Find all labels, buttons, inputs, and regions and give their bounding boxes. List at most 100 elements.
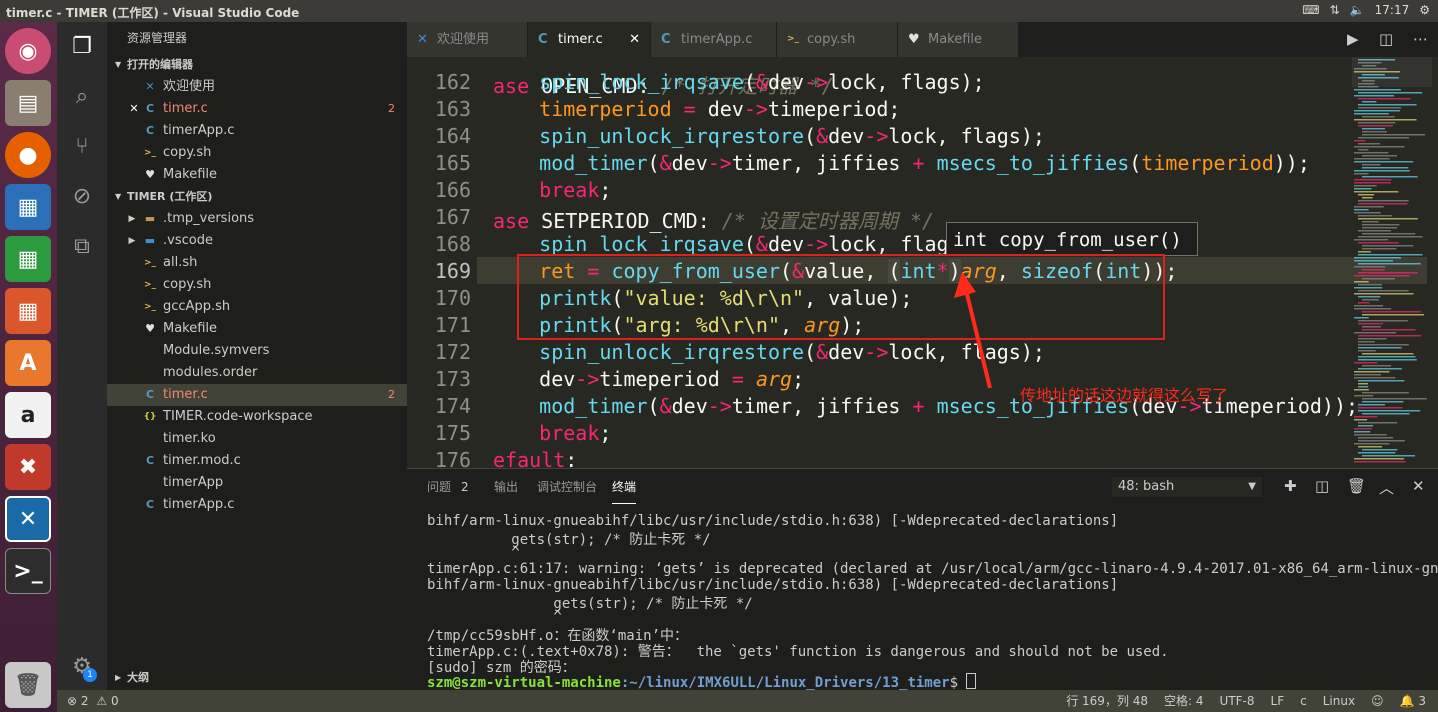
indentation[interactable]: 空格: 4: [1164, 690, 1204, 712]
open-editors-section[interactable]: ▼ 打开的编辑器: [107, 54, 407, 76]
more-icon[interactable]: ⋯: [1413, 22, 1428, 57]
close-icon[interactable]: ✕: [127, 98, 141, 120]
open-editor-item[interactable]: >_ copy.sh: [107, 142, 407, 164]
workspace-file-item[interactable]: >_ gccApp.sh: [107, 296, 407, 318]
terminal-select[interactable]: 48: bash ▼: [1112, 477, 1262, 497]
ubuntu-dash-icon[interactable]: ◉: [5, 28, 51, 74]
code-line-173: dev->timeperiod = arg;: [491, 367, 805, 391]
outline-section[interactable]: ▶ 大纲: [107, 667, 407, 689]
workspace-file-item[interactable]: ♥ Makefile: [107, 318, 407, 340]
file-label: timerApp: [163, 475, 224, 490]
tab-timerapp-c[interactable]: CtimerApp.c: [651, 22, 777, 57]
workspace-file-item[interactable]: Ctimer.c 2: [107, 384, 407, 406]
trash-icon[interactable]: 🗑: [5, 662, 51, 708]
tab-timer-c[interactable]: Ctimer.c ✕: [528, 22, 651, 57]
calc-icon[interactable]: ▦: [5, 236, 51, 282]
tab-terminal[interactable]: 终端: [612, 469, 637, 504]
search-icon[interactable]: ⌕: [69, 84, 95, 110]
explorer-icon[interactable]: ❐: [69, 34, 95, 60]
c-icon: C: [145, 124, 155, 137]
workspace-file-item[interactable]: ▶ ▬ .vscode: [107, 230, 407, 252]
makefile-icon: ♥: [908, 32, 920, 47]
workspace-file-item[interactable]: >_ all.sh: [107, 252, 407, 274]
tab-output[interactable]: 输出: [494, 469, 518, 505]
workspace-file-item[interactable]: Module.symvers: [107, 340, 407, 362]
code-line-167: ase SETPERIOD_CMD: /* 设置定时器周期 */: [493, 209, 935, 233]
extensions-icon[interactable]: ⧉: [69, 234, 95, 260]
keyboard-icon[interactable]: ⌨: [1302, 3, 1319, 17]
open-editor-item[interactable]: ✕ 欢迎使用: [107, 76, 407, 98]
file-label: .vscode: [163, 233, 213, 248]
file-label: copy.sh: [163, 277, 212, 292]
explorer-header: 资源管理器: [127, 31, 188, 45]
workspace-file-item[interactable]: CtimerApp.c: [107, 494, 407, 516]
split-editor-icon[interactable]: ◫: [1379, 22, 1393, 57]
files-icon[interactable]: ▤: [5, 80, 51, 126]
software-center-icon[interactable]: A: [5, 340, 51, 386]
network-icon[interactable]: ⇅: [1330, 3, 1340, 17]
source-control-icon[interactable]: ⑂: [69, 134, 95, 160]
writer-icon[interactable]: ▦: [5, 184, 51, 230]
tab-makefile[interactable]: ♥ Makefile: [898, 22, 1019, 57]
workspace-file-item[interactable]: timerApp: [107, 472, 407, 494]
open-editors-list: ✕ 欢迎使用 ✕ Ctimer.c 2 CtimerApp.c >_ copy.sh ♥ Make…: [107, 76, 407, 186]
workspace-file-item[interactable]: timer.ko: [107, 428, 407, 450]
workspace-section[interactable]: ▼ TIMER (工作区): [107, 186, 407, 208]
add-icon[interactable]: ✚: [1284, 477, 1297, 495]
chevron-right-icon[interactable]: ▶: [125, 230, 139, 252]
trash-icon[interactable]: 🗑: [1347, 477, 1366, 495]
editor-tabs: ✕ 欢迎使用 Ctimer.c ✕ CtimerApp.c >_ copy.sh ♥ Makef…: [407, 22, 1438, 57]
line-number: 173: [434, 367, 471, 391]
file-label: Makefile: [163, 167, 218, 182]
line-number: 167: [434, 205, 471, 229]
chevron-right-icon[interactable]: ▶: [125, 208, 139, 230]
c-icon: C: [145, 388, 155, 401]
line-number: 174: [434, 394, 471, 418]
notifications[interactable]: 🔔 3: [1400, 690, 1426, 712]
file-label: Makefile: [163, 321, 218, 336]
terminal-icon[interactable]: >_: [5, 548, 51, 594]
tab-debug-console[interactable]: 调试控制台: [537, 469, 597, 505]
os-config[interactable]: Linux: [1323, 690, 1355, 712]
open-editor-item[interactable]: ✕ Ctimer.c 2: [107, 98, 407, 120]
split-icon[interactable]: ◫: [1315, 477, 1329, 495]
impress-icon[interactable]: ▦: [5, 288, 51, 334]
power-icon[interactable]: ⚙: [1419, 3, 1430, 17]
c-icon: C: [538, 32, 548, 47]
file-label: .tmp_versions: [163, 211, 255, 226]
cursor-position[interactable]: 行 169，列 48: [1066, 690, 1148, 712]
open-editor-item[interactable]: CtimerApp.c: [107, 120, 407, 142]
tab-[interactable]: ✕ 欢迎使用: [407, 22, 528, 57]
minimap[interactable]: [1352, 57, 1432, 468]
close-icon[interactable]: ✕: [629, 22, 640, 57]
code-line-168: spin_lock_irqsave(&dev->lock, flags);: [539, 232, 985, 256]
end-of-line[interactable]: LF: [1271, 690, 1285, 712]
tab-problems[interactable]: 问题 2: [427, 469, 469, 505]
language-mode[interactable]: c: [1300, 690, 1307, 712]
feedback-icon[interactable]: ☺: [1371, 690, 1384, 712]
close-icon[interactable]: ✕: [1412, 477, 1425, 495]
open-editor-item[interactable]: ♥ Makefile: [107, 164, 407, 186]
line-number: 168: [434, 232, 471, 256]
workspace-file-item[interactable]: modules.order: [107, 362, 407, 384]
firefox-icon[interactable]: ●: [5, 132, 51, 178]
workspace-file-item[interactable]: {} TIMER.code-workspace: [107, 406, 407, 428]
run-icon[interactable]: ▶: [1347, 22, 1359, 57]
maximize-icon[interactable]: ︿: [1379, 477, 1394, 498]
workspace-file-item[interactable]: Ctimer.mod.c: [107, 450, 407, 472]
settings-badge: 1: [83, 668, 97, 682]
workspace-file-item[interactable]: ▶ ▬ .tmp_versions: [107, 208, 407, 230]
annotation-text: 传地址的话这边就得这么写了: [1020, 386, 1229, 405]
folder-icon: ▬: [144, 212, 156, 225]
encoding[interactable]: UTF-8: [1220, 690, 1255, 712]
vscode-icon[interactable]: ✕: [5, 496, 51, 542]
problems-status[interactable]: ⊗ 2 ⚠ 0: [67, 690, 119, 712]
tab-copy-sh[interactable]: >_ copy.sh: [777, 22, 898, 57]
settings-icon[interactable]: ✖: [5, 444, 51, 490]
workspace-file-item[interactable]: >_ copy.sh: [107, 274, 407, 296]
line-number: 170: [434, 286, 471, 310]
amazon-icon[interactable]: a: [5, 392, 51, 438]
debug-icon[interactable]: ⊘: [69, 184, 95, 210]
volume-icon[interactable]: 🔈: [1350, 3, 1365, 17]
clock[interactable]: 17:17: [1375, 3, 1410, 17]
